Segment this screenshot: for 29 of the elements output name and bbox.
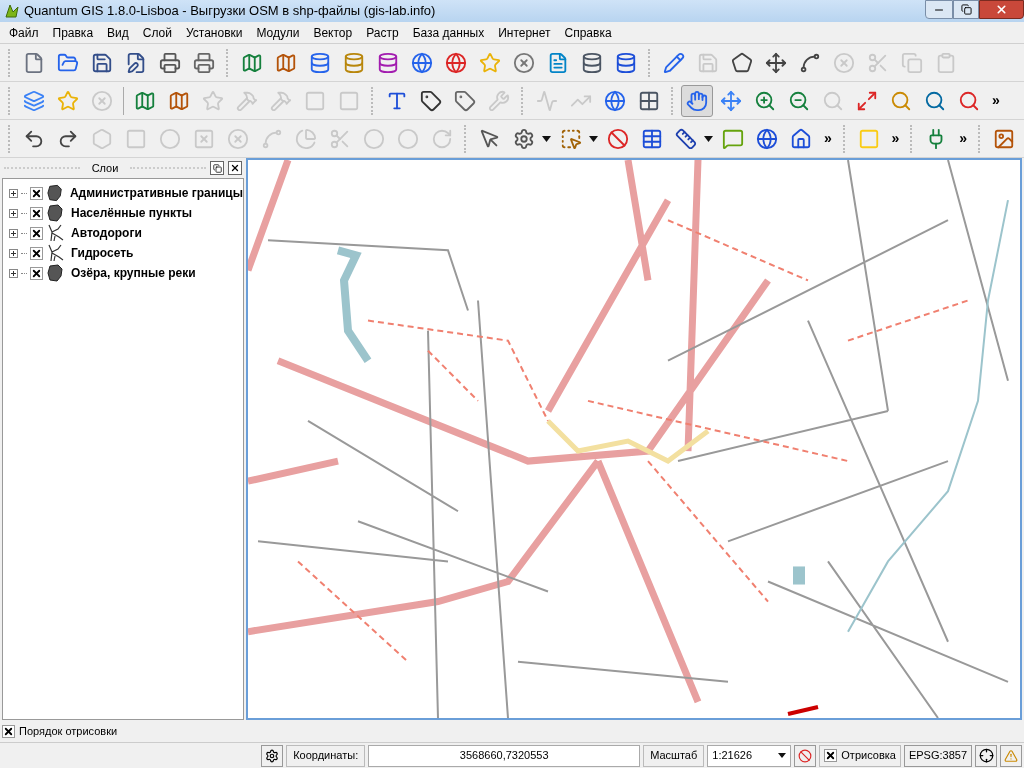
layer-name[interactable]: Населённые пункты [71,204,193,222]
coordinates-field[interactable]: 3568660,7320553 [368,744,641,767]
coordinates-label: Координаты: [286,744,366,767]
overflow-button[interactable]: » [886,123,905,154]
render-order-label: Порядок отрисовки [19,723,118,739]
menu-item[interactable]: Вид [100,23,136,42]
layer-name[interactable]: Автодороги [71,224,142,242]
window-title: Quantum GIS 1.8.0-Lisboa - Выгрузки OSM в shp-файлы (gis-lab.info) [24,2,437,21]
scale-combo[interactable]: 1:21626 [707,744,792,767]
menu-item[interactable]: Растр [359,23,406,42]
menu-item[interactable]: Справка [557,23,619,42]
overflow-button[interactable]: » [987,85,1005,116]
menu-item[interactable]: База данных [405,23,492,42]
menu-item[interactable]: Правка [45,23,101,42]
menu-item[interactable]: Файл [2,23,46,42]
render-label: Отрисовка [841,748,896,764]
menu-item[interactable]: Вектор [306,23,360,42]
layer-name[interactable]: Гидросеть [71,244,134,262]
crs-button[interactable]: EPSG:3857 [903,744,972,767]
menu-item[interactable]: Модули [249,23,307,42]
menu-item[interactable]: Слой [135,23,179,42]
panel-title: Слои [90,160,120,176]
layer-name[interactable]: Административные границы [69,184,243,202]
scale-label: Масштаб [643,744,705,767]
menu-item[interactable]: Установки [178,23,250,42]
layer-name[interactable]: Озёра, крупные реки [71,264,196,282]
overflow-button[interactable]: » [954,123,973,154]
menu-item[interactable]: Интернет [491,23,558,42]
overflow-button[interactable]: » [818,123,837,154]
